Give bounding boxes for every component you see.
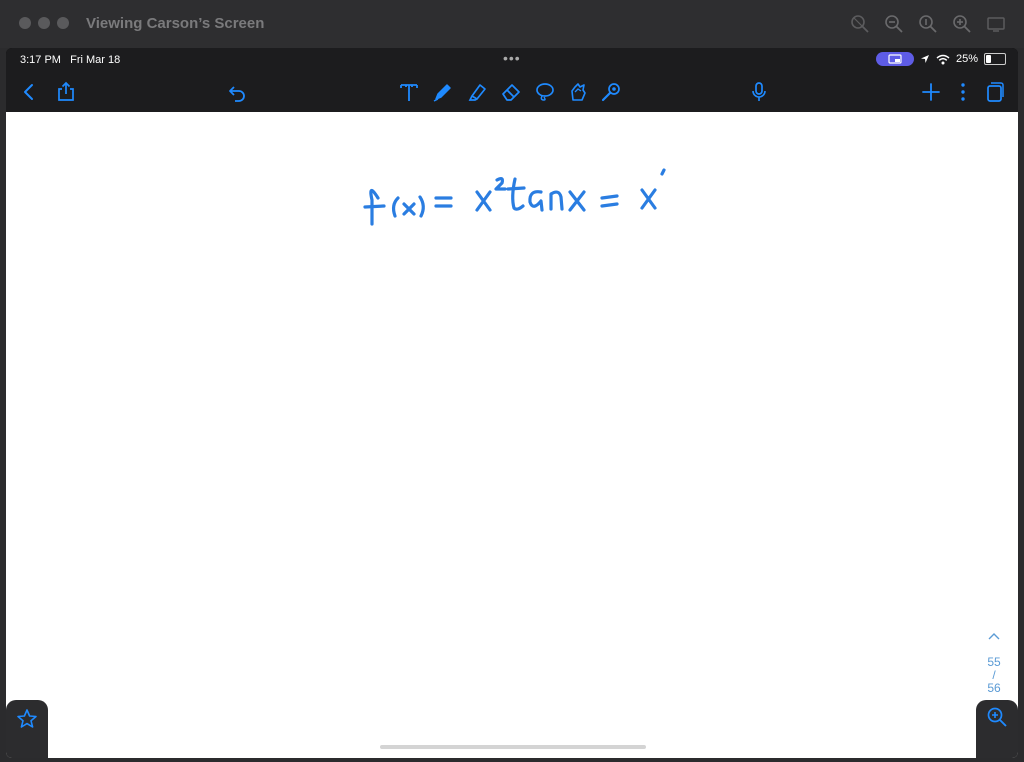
undo-icon <box>229 86 245 102</box>
lasso-tool-button[interactable] <box>534 81 556 103</box>
close-window-button[interactable] <box>19 17 31 29</box>
screen-share-titlebar: Viewing Carson’s Screen <box>0 0 1024 48</box>
ipad-screen: 3:17 PM Fri Mar 18 ••• 25% 55 / 56 <box>6 48 1018 758</box>
more-options-button[interactable] <box>952 81 974 103</box>
microphone-icon <box>752 82 766 101</box>
pen-tool-button[interactable] <box>432 81 454 103</box>
eraser-tool-button[interactable] <box>500 81 522 103</box>
back-button[interactable] <box>18 81 40 103</box>
total-page-count: 56 <box>987 681 1001 695</box>
page-separator: / <box>992 668 996 682</box>
window-title: Viewing Carson’s Screen <box>86 15 265 32</box>
vertical-ellipsis-icon <box>961 83 965 101</box>
actual-size-icon[interactable] <box>918 14 938 34</box>
shapes-tool-button[interactable] <box>567 81 589 103</box>
location-icon <box>920 55 929 63</box>
status-date: Fri Mar 18 <box>70 54 121 66</box>
current-page-number: 55 <box>987 655 1001 669</box>
plus-icon <box>922 83 940 101</box>
status-indicators: 25% <box>875 52 1006 66</box>
eraser-icon <box>502 84 520 101</box>
zoom-window-toggle-button[interactable] <box>976 700 1018 758</box>
record-audio-button[interactable] <box>748 81 770 103</box>
magnifier-plus-icon <box>987 707 1007 727</box>
lasso-icon <box>536 83 554 101</box>
favorite-button[interactable] <box>6 700 48 758</box>
shapes-stamp-icon <box>571 83 586 101</box>
star-icon <box>17 709 37 728</box>
text-tool-icon <box>400 84 418 101</box>
undo-button[interactable] <box>226 81 248 103</box>
zoom-in-icon[interactable] <box>952 14 972 34</box>
minimize-window-button[interactable] <box>38 17 50 29</box>
laser-pointer-button[interactable] <box>600 81 622 103</box>
zoom-window-button[interactable] <box>57 17 69 29</box>
previous-page-icon[interactable] <box>988 632 1000 640</box>
multitasking-dots-icon[interactable]: ••• <box>503 50 521 66</box>
share-icon <box>58 81 74 101</box>
battery-percentage: 25% <box>955 53 978 65</box>
status-time-date: 3:17 PM Fri Mar 18 <box>20 54 120 66</box>
screen-scaling-icon[interactable] <box>986 14 1006 34</box>
home-indicator[interactable] <box>380 745 646 749</box>
zoom-to-fit-icon[interactable] <box>850 14 870 34</box>
zoom-out-icon[interactable] <box>884 14 904 34</box>
wifi-icon <box>936 54 950 64</box>
page-thumbnails-icon <box>987 82 1004 102</box>
laser-pointer-icon <box>601 83 620 102</box>
highlighter-icon <box>468 84 486 101</box>
handwritten-equation <box>363 168 666 226</box>
screen-mirroring-icon <box>875 52 914 66</box>
highlighter-tool-button[interactable] <box>467 81 489 103</box>
battery-level <box>986 55 991 63</box>
pen-icon <box>433 84 451 102</box>
screen-share-tools <box>850 14 1006 34</box>
add-page-button[interactable] <box>920 81 942 103</box>
status-bar: 3:17 PM Fri Mar 18 ••• 25% <box>6 48 1018 72</box>
note-canvas[interactable]: 55 / 56 <box>6 112 1018 719</box>
status-time: 3:17 PM <box>20 54 61 66</box>
text-tool-button[interactable] <box>398 81 420 103</box>
page-thumbnails-button[interactable] <box>984 81 1006 103</box>
battery-icon <box>984 53 1006 65</box>
notes-toolbar <box>6 72 1018 112</box>
share-button[interactable] <box>55 81 77 103</box>
chevron-left-icon <box>24 84 33 100</box>
canvas-bottom-area <box>6 702 1018 758</box>
